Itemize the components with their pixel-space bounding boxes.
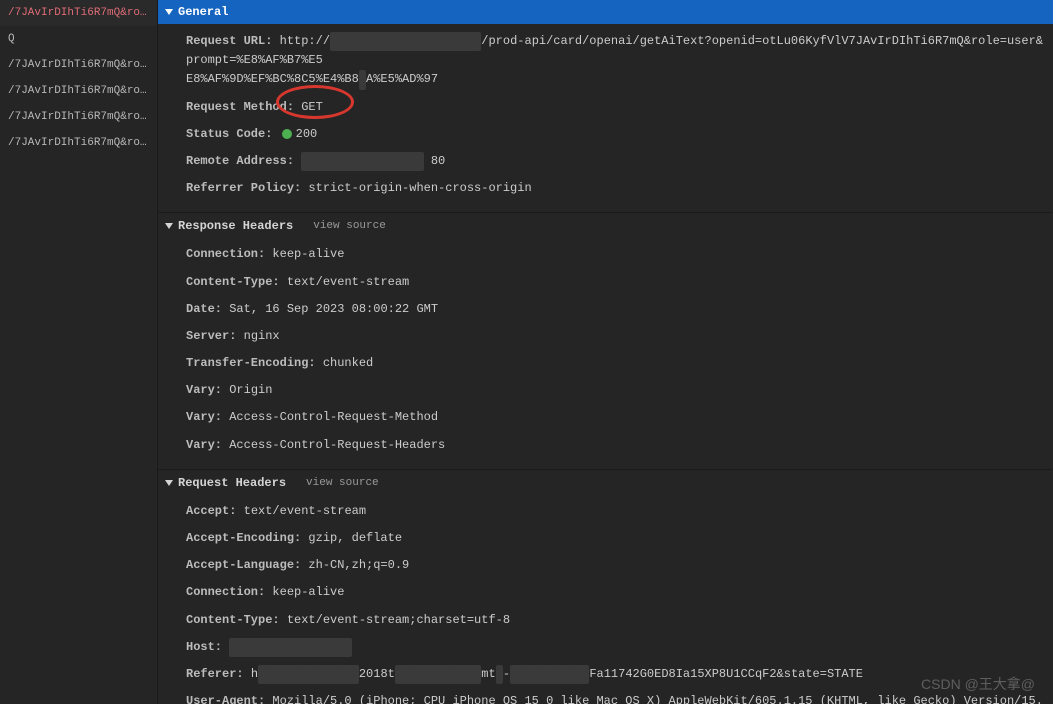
field-label: Connection: [186, 247, 265, 261]
header-row: User-Agent: Mozilla/5.0 (iPhone; CPU iPh… [158, 688, 1053, 704]
field-label: Transfer-Encoding: [186, 356, 316, 370]
sidebar-item[interactable]: /7JAvIrDIhTi6R7mQ&role… [0, 0, 157, 26]
field-value: strict-origin-when-cross-origin [308, 181, 531, 195]
header-row: Connection: keep-alive [158, 241, 1053, 268]
header-row: Transfer-Encoding: chunked [158, 350, 1053, 377]
field-value: zh-CN,zh;q=0.9 [308, 558, 409, 572]
header-row: Date: Sat, 16 Sep 2023 08:00:22 GMT [158, 296, 1053, 323]
field-label: Content-Type: [186, 613, 280, 627]
redacted-segment: x [359, 70, 366, 89]
header-row: Server: nginx [158, 323, 1053, 350]
section-request-headers-body: Accept: text/event-stream Accept-Encodin… [158, 494, 1053, 704]
field-value: Fa11742G0ED8Ia15XP8U1CCqF2&state=STATE [589, 667, 863, 681]
field-label: Request URL: [186, 34, 272, 48]
sidebar-item[interactable]: Q [0, 26, 157, 52]
section-general-body: Request URL: http://xxxxxxxxxxxxxxxxxxxx… [158, 24, 1053, 210]
header-row: Connection: keep-alive [158, 579, 1053, 606]
header-row: Host: xxxxxxxxxxxxxxxxx [158, 634, 1053, 661]
field-label: Accept: [186, 504, 236, 518]
section-title: Request Headers [178, 476, 286, 490]
field-label: Remote Address: [186, 154, 294, 168]
header-row: Content-Type: text/event-stream;charset=… [158, 607, 1053, 634]
section-response-headers-header[interactable]: Response Headers view source [158, 215, 1053, 237]
field-value: Origin [229, 383, 272, 397]
field-label: Vary: [186, 410, 222, 424]
field-value: 200 [296, 127, 318, 141]
field-label: Status Code: [186, 127, 272, 141]
header-row: Vary: Access-Control-Request-Method [158, 404, 1053, 431]
field-label: Date: [186, 302, 222, 316]
field-label: Vary: [186, 383, 222, 397]
sidebar-item[interactable]: /7JAvIrDIhTi6R7mQ&role… [0, 52, 157, 78]
redacted-segment: xxxxxxxxxxxxxxxxxxxxx [330, 32, 481, 51]
status-dot-icon [282, 129, 292, 139]
field-value: Sat, 16 Sep 2023 08:00:22 GMT [229, 302, 438, 316]
field-value: chunked [323, 356, 373, 370]
field-value: Access-Control-Request-Headers [229, 438, 445, 452]
field-value: Mozilla/5.0 (iPhone; CPU iPhone OS 15_0 … [186, 694, 1043, 704]
header-row: Vary: Origin [158, 377, 1053, 404]
field-label: Vary: [186, 438, 222, 452]
sidebar-item[interactable]: /7JAvIrDIhTi6R7mQ&role… [0, 130, 157, 156]
request-list-sidebar: /7JAvIrDIhTi6R7mQ&role… Q /7JAvIrDIhTi6R… [0, 0, 158, 704]
field-label: Accept-Encoding: [186, 531, 301, 545]
redacted-segment: xxxxxxxxxxx [510, 665, 589, 684]
field-value: Access-Control-Request-Method [229, 410, 438, 424]
section-general-header[interactable]: General [158, 0, 1053, 24]
redacted-segment: x [496, 665, 503, 684]
field-label: Request Method: [186, 100, 294, 114]
section-request-headers-header[interactable]: Request Headers view source [158, 472, 1053, 494]
field-value: keep-alive [272, 585, 344, 599]
header-row: Accept-Language: zh-CN,zh;q=0.9 [158, 552, 1053, 579]
header-row: Referer: hxxxxxxxxxxxxxx2018txxxxxxxxxxx… [158, 661, 1053, 688]
field-value: text/event-stream [287, 275, 409, 289]
field-label: Accept-Language: [186, 558, 301, 572]
header-row: Accept-Encoding: gzip, deflate [158, 525, 1053, 552]
field-label: Referrer Policy: [186, 181, 301, 195]
field-label: Referer: [186, 667, 244, 681]
field-value: gzip, deflate [308, 531, 402, 545]
field-value: 80 [431, 154, 445, 168]
field-value: text/event-stream;charset=utf-8 [287, 613, 510, 627]
view-source-link[interactable]: view source [306, 477, 379, 489]
value-text: http:// [280, 34, 330, 48]
header-row: Content-Type: text/event-stream [158, 269, 1053, 296]
status-code-row: Status Code: 200 [158, 121, 1053, 148]
request-url-row: Request URL: http://xxxxxxxxxxxxxxxxxxxx… [158, 28, 1053, 94]
field-value: text/event-stream [244, 504, 366, 518]
remote-address-row: Remote Address: xxxxxxxxxxxxxxxxx 80 [158, 148, 1053, 175]
chevron-down-icon [165, 480, 173, 486]
value-text: A%E5%AD%97 [366, 72, 438, 86]
field-value: nginx [244, 329, 280, 343]
section-title: Response Headers [178, 219, 293, 233]
view-source-link[interactable]: view source [313, 220, 386, 232]
chevron-down-icon [165, 223, 173, 229]
redacted-segment: xxxxxxxxxxxxxxxxx [229, 638, 351, 657]
section-title: General [178, 5, 228, 19]
field-label: Server: [186, 329, 236, 343]
field-label: User-Agent: [186, 694, 265, 704]
redacted-segment: xxxxxxxxxxxxxx [258, 665, 359, 684]
field-label: Connection: [186, 585, 265, 599]
field-value: GET [301, 100, 323, 114]
sidebar-item[interactable]: /7JAvIrDIhTi6R7mQ&role… [0, 78, 157, 104]
sidebar-item[interactable]: /7JAvIrDIhTi6R7mQ&role… [0, 104, 157, 130]
header-row: Accept: text/event-stream [158, 498, 1053, 525]
header-row: Vary: Access-Control-Request-Headers [158, 432, 1053, 459]
redacted-segment: xxxxxxxxxxxxxxxxx [301, 152, 423, 171]
redacted-segment: xxxxxxxxxxxx [395, 665, 481, 684]
section-response-headers-body: Connection: keep-alive Content-Type: tex… [158, 237, 1053, 467]
chevron-down-icon [165, 9, 173, 15]
field-value: keep-alive [272, 247, 344, 261]
field-label: Content-Type: [186, 275, 280, 289]
request-method-row: Request Method: GET [158, 94, 1053, 121]
referrer-policy-row: Referrer Policy: strict-origin-when-cros… [158, 175, 1053, 202]
value-text: E8%AF%9D%EF%BC%8C5%E4%B8 [186, 72, 359, 86]
field-label: Host: [186, 640, 222, 654]
headers-panel: General Request URL: http://xxxxxxxxxxxx… [158, 0, 1053, 704]
